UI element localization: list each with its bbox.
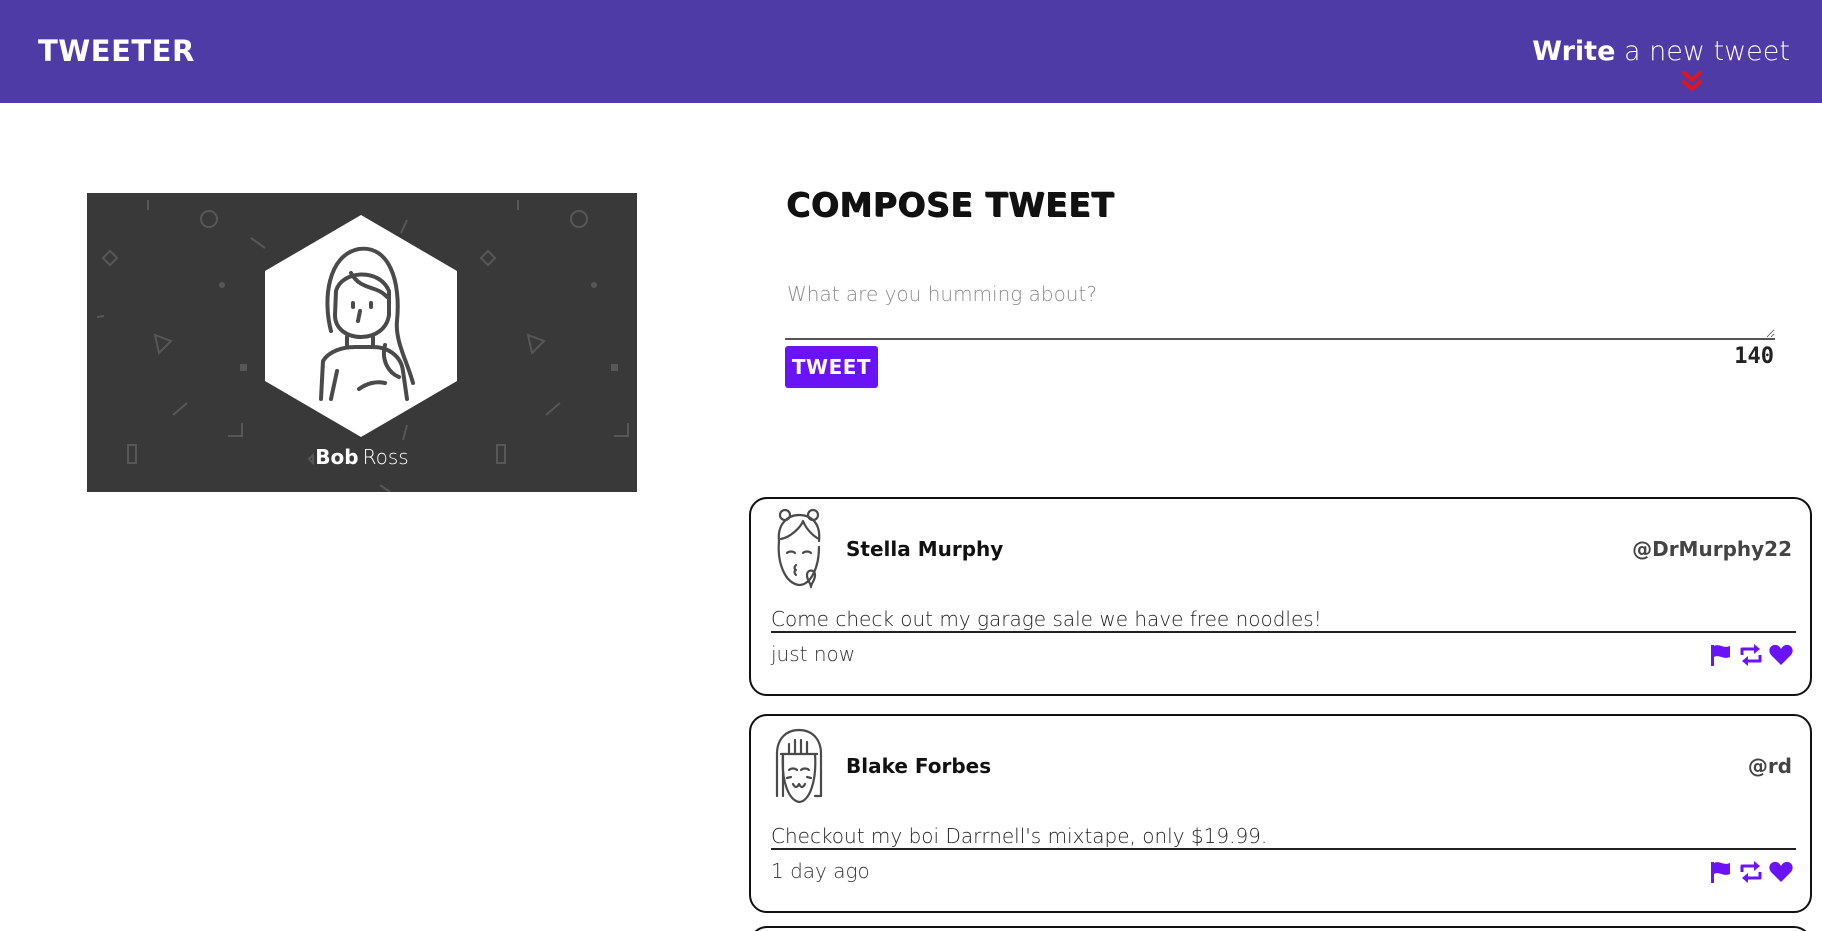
tweet-input[interactable] bbox=[785, 280, 1775, 340]
tweet-text: Checkout my boi Darrnell's mixtape, only… bbox=[771, 824, 1796, 850]
heart-icon[interactable] bbox=[1768, 860, 1794, 884]
tweet-author-name[interactable]: Stella Murphy bbox=[846, 537, 1003, 561]
profile-last-name: Ross bbox=[362, 445, 409, 469]
smiling-face-avatar-icon bbox=[775, 728, 823, 804]
compose-title: COMPOSE TWEET bbox=[786, 185, 1115, 224]
tweet-card-partial bbox=[749, 926, 1812, 931]
top-nav: TWEETER Write a new tweet bbox=[0, 0, 1822, 103]
profile-card: Bob Ross bbox=[87, 193, 637, 492]
tweet-text: Come check out my garage sale we have fr… bbox=[771, 607, 1796, 633]
tweet-card: Blake Forbes @rd Checkout my boi Darrnel… bbox=[749, 714, 1812, 913]
flag-icon[interactable] bbox=[1708, 860, 1734, 884]
character-counter: 140 bbox=[1734, 344, 1774, 369]
tweet-author-handle[interactable]: @rd bbox=[1748, 754, 1792, 778]
write-link-strong: Write bbox=[1532, 36, 1616, 67]
tweet-author-handle[interactable]: @DrMurphy22 bbox=[1632, 537, 1792, 561]
write-link-rest: a new tweet bbox=[1624, 36, 1790, 67]
heart-icon[interactable] bbox=[1768, 643, 1794, 667]
profile-avatar-hexagon bbox=[265, 215, 457, 437]
tweet-card: Stella Murphy @DrMurphy22 Come check out… bbox=[749, 497, 1812, 696]
flag-icon[interactable] bbox=[1708, 643, 1734, 667]
retweet-icon[interactable] bbox=[1738, 860, 1764, 884]
tweet-timestamp: just now bbox=[771, 642, 856, 666]
tweet-author-name[interactable]: Blake Forbes bbox=[846, 754, 991, 778]
brand-logo[interactable]: TWEETER bbox=[38, 34, 195, 68]
kissing-face-avatar-icon bbox=[777, 508, 821, 589]
retweet-icon[interactable] bbox=[1738, 643, 1764, 667]
write-new-tweet-link[interactable]: Write a new tweet bbox=[1532, 36, 1790, 67]
tweet-actions bbox=[1708, 860, 1794, 884]
profile-first-name: Bob bbox=[315, 445, 359, 469]
tweet-button[interactable]: TWEET bbox=[785, 346, 878, 388]
tweet-timestamp: 1 day ago bbox=[771, 859, 870, 883]
profile-name: Bob Ross bbox=[87, 445, 637, 469]
double-chevron-down-icon[interactable] bbox=[1681, 70, 1703, 94]
tweet-actions bbox=[1708, 643, 1794, 667]
